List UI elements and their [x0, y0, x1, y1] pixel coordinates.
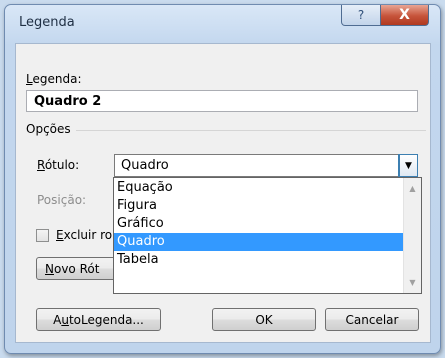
- scroll-up-icon[interactable]: ▲: [404, 180, 421, 197]
- options-group-label: Opções: [26, 122, 71, 136]
- autocaption-button-text: AutoLegenda...: [53, 312, 144, 327]
- position-field-label: Posição:: [37, 193, 87, 207]
- caption-input[interactable]: Quadro 2: [26, 90, 418, 112]
- dropdown-option-quadro[interactable]: Quadro: [114, 233, 404, 251]
- close-button[interactable]: X: [380, 5, 429, 26]
- dialog-title: Legenda: [19, 15, 75, 30]
- new-label-button-text: Novo Rót: [45, 261, 100, 276]
- caption-dialog: Legenda ? X Legenda: Quadro 2 Opções Rót…: [4, 4, 441, 354]
- exclude-label-checkbox[interactable]: [36, 229, 49, 242]
- close-icon: X: [399, 7, 410, 23]
- dropdown-option-tabela[interactable]: Tabela: [114, 251, 404, 269]
- options-divider: [76, 130, 426, 131]
- label-combobox[interactable]: Quadro ▼: [114, 154, 418, 177]
- dropdown-scrollbar[interactable]: ▲ ▼: [403, 178, 421, 293]
- ok-button[interactable]: OK: [212, 308, 316, 331]
- help-button[interactable]: ?: [341, 5, 381, 26]
- help-icon: ?: [357, 8, 365, 22]
- dropdown-option-equacao[interactable]: Equação: [114, 179, 404, 197]
- ok-button-text: OK: [255, 312, 273, 327]
- title-bar[interactable]: Legenda ? X: [5, 5, 440, 41]
- autocaption-button[interactable]: AutoLegenda...: [36, 308, 161, 331]
- label-combobox-value: Quadro: [121, 158, 169, 173]
- dropdown-option-grafico[interactable]: Gráfico: [114, 215, 404, 233]
- chevron-down-icon[interactable]: ▼: [398, 154, 418, 177]
- label-field-label: Rótulo:: [37, 158, 80, 172]
- cancel-button-text: Cancelar: [345, 312, 399, 327]
- dropdown-option-figura[interactable]: Figura: [114, 197, 404, 215]
- cancel-button[interactable]: Cancelar: [325, 308, 419, 331]
- caption-label: Legenda:: [26, 72, 82, 86]
- scroll-down-icon[interactable]: ▼: [404, 274, 421, 291]
- caption-value: Quadro 2: [34, 94, 102, 109]
- exclude-label-text: Excluir ro: [56, 228, 113, 242]
- label-dropdown-list[interactable]: Equação Figura Gráfico Quadro Tabela ▲ ▼: [113, 177, 422, 294]
